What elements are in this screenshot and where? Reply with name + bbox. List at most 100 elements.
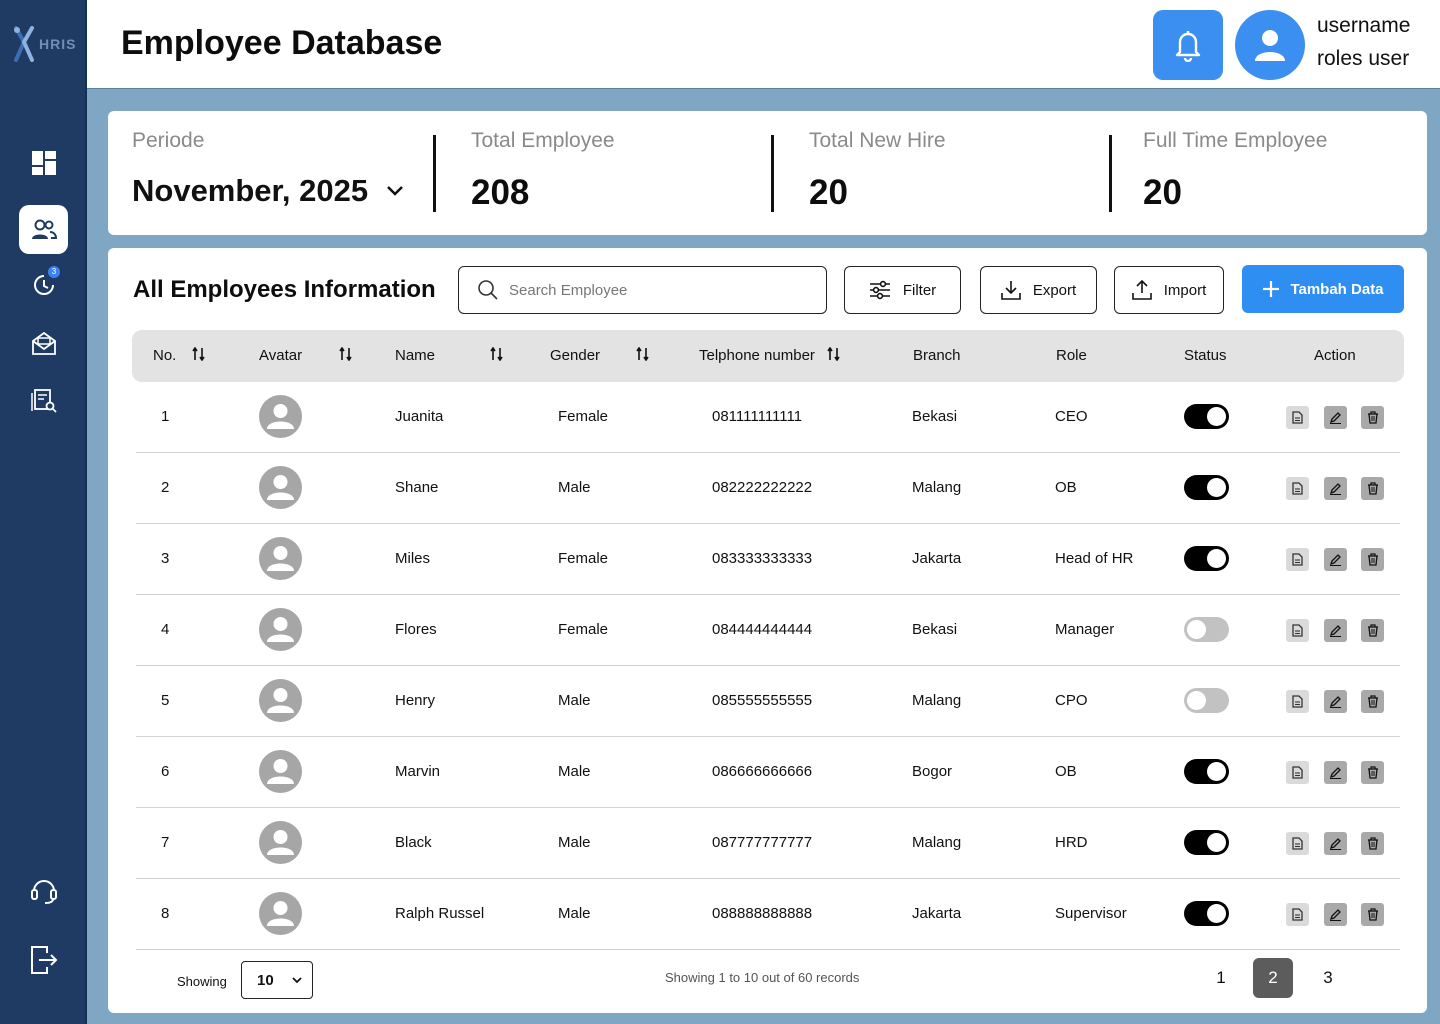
delete-button[interactable] [1361, 761, 1384, 784]
document-icon [1292, 908, 1303, 921]
periode-value: November, 2025 [132, 173, 369, 208]
full-time-value: 20 [1143, 173, 1182, 212]
edit-button[interactable] [1324, 477, 1347, 500]
column-header-role[interactable]: Role [1056, 347, 1087, 364]
edit-button[interactable] [1324, 619, 1347, 642]
stat-divider [1109, 135, 1112, 212]
trash-icon [1367, 695, 1378, 708]
cell-name: Ralph Russel [395, 905, 485, 922]
edit-button[interactable] [1324, 761, 1347, 784]
detail-button[interactable] [1286, 406, 1309, 429]
sidebar-item-logout[interactable] [19, 935, 68, 984]
total-employee-value: 208 [471, 173, 530, 212]
status-toggle[interactable] [1184, 475, 1229, 500]
document-icon [1292, 482, 1303, 495]
detail-button[interactable] [1286, 903, 1309, 926]
sidebar-item-employees[interactable] [19, 205, 68, 254]
chevron-down-icon[interactable] [386, 185, 404, 197]
periode-selector[interactable]: November, 2025 [132, 173, 404, 209]
status-toggle[interactable] [1184, 617, 1229, 642]
edit-button[interactable] [1324, 832, 1347, 855]
column-header-name[interactable]: Name [395, 347, 435, 364]
toggle-knob [1207, 833, 1226, 852]
cell-name: Miles [395, 550, 431, 567]
delete-button[interactable] [1361, 832, 1384, 855]
avatar [259, 608, 302, 651]
status-toggle[interactable] [1184, 404, 1229, 429]
sidebar-item-reports[interactable] [19, 375, 68, 424]
edit-button[interactable] [1324, 406, 1347, 429]
status-toggle[interactable] [1184, 546, 1229, 571]
user-avatar[interactable] [1235, 10, 1305, 80]
export-button[interactable]: Export [980, 266, 1097, 314]
status-toggle[interactable] [1184, 688, 1229, 713]
delete-button[interactable] [1361, 477, 1384, 500]
toggle-knob [1207, 762, 1226, 781]
status-toggle[interactable] [1184, 901, 1229, 926]
avatar-placeholder-icon [267, 546, 294, 571]
cell-no: 2 [161, 479, 170, 496]
sidebar-item-support[interactable] [19, 865, 68, 914]
import-button[interactable]: Import [1114, 266, 1224, 314]
records-info: Showing 1 to 10 out of 60 records [665, 970, 860, 985]
detail-button[interactable] [1286, 619, 1309, 642]
cell-name: Henry [395, 692, 436, 709]
headset-icon [30, 879, 57, 904]
sort-icon[interactable] [827, 347, 840, 361]
avatar-placeholder-icon [267, 688, 294, 713]
edit-button[interactable] [1324, 903, 1347, 926]
delete-button[interactable] [1361, 903, 1384, 926]
column-header-gender[interactable]: Gender [550, 347, 600, 364]
plus-icon [1263, 281, 1280, 297]
trash-icon [1367, 837, 1378, 850]
status-toggle[interactable] [1184, 830, 1229, 855]
cell-no: 8 [161, 905, 170, 922]
detail-button[interactable] [1286, 477, 1309, 500]
add-data-button[interactable]: Tambah Data [1242, 265, 1404, 313]
full-time-label: Full Time Employee [1143, 129, 1328, 152]
search-input[interactable] [509, 281, 809, 299]
detail-button[interactable] [1286, 832, 1309, 855]
page-button-1[interactable]: 1 [1201, 958, 1241, 998]
cell-gender: Male [558, 763, 591, 780]
column-header-branch[interactable]: Branch [913, 347, 961, 364]
delete-button[interactable] [1361, 548, 1384, 571]
filter-button[interactable]: Filter [844, 266, 961, 314]
delete-button[interactable] [1361, 406, 1384, 429]
cell-no: 6 [161, 763, 170, 780]
column-header-status[interactable]: Status [1184, 347, 1227, 364]
notification-button[interactable] [1153, 10, 1223, 80]
trash-icon [1367, 482, 1378, 495]
username-label: username [1317, 14, 1411, 37]
page-title: Employee Database [121, 24, 443, 62]
page-size-select[interactable]: 10 [241, 961, 313, 999]
sort-icon[interactable] [339, 347, 352, 361]
document-icon [1292, 837, 1303, 850]
column-header-no[interactable]: No. [153, 347, 176, 364]
search-box[interactable] [458, 266, 827, 314]
page-button-2[interactable]: 2 [1253, 958, 1293, 998]
column-header-phone[interactable]: Telphone number [699, 347, 815, 364]
add-data-label: Tambah Data [1290, 280, 1384, 298]
delete-button[interactable] [1361, 619, 1384, 642]
sort-icon[interactable] [192, 347, 205, 361]
pencil-icon [1329, 767, 1341, 779]
hris-logo[interactable]: HRIS [12, 26, 76, 62]
avatar-placeholder-icon [267, 475, 294, 500]
edit-button[interactable] [1324, 690, 1347, 713]
bell-icon [1175, 31, 1201, 62]
detail-button[interactable] [1286, 690, 1309, 713]
column-header-avatar[interactable]: Avatar [259, 347, 302, 364]
status-toggle[interactable] [1184, 759, 1229, 784]
sidebar-item-dashboard[interactable] [19, 138, 68, 187]
sidebar-item-mail[interactable] [19, 318, 68, 367]
edit-button[interactable] [1324, 548, 1347, 571]
page-button-3[interactable]: 3 [1308, 958, 1348, 998]
sidebar-item-attendance[interactable]: 3 [19, 260, 68, 309]
sort-icon[interactable] [636, 347, 649, 361]
delete-button[interactable] [1361, 690, 1384, 713]
detail-button[interactable] [1286, 548, 1309, 571]
table-row: 4 Flores Female 084444444444 Bekasi Manager [136, 595, 1400, 666]
detail-button[interactable] [1286, 761, 1309, 784]
sort-icon[interactable] [490, 347, 503, 361]
